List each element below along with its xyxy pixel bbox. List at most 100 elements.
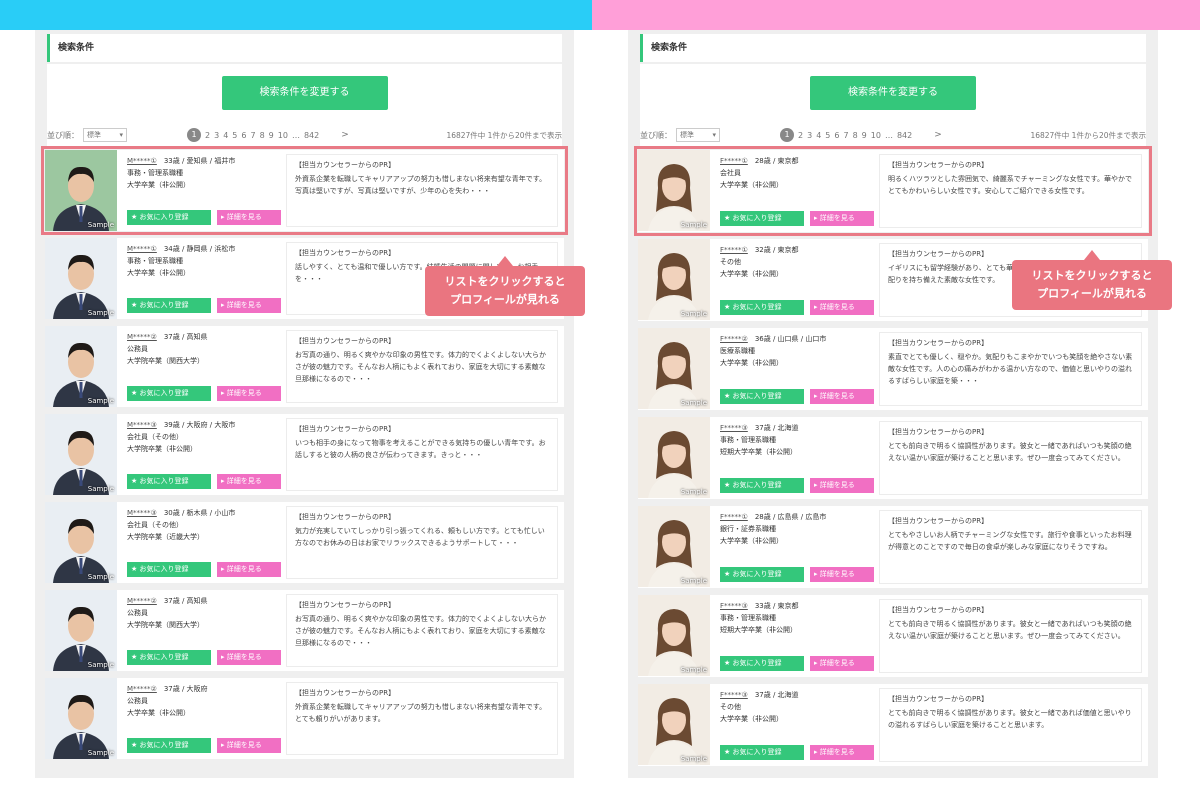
next-page-link[interactable]: > — [934, 130, 942, 140]
page-link[interactable]: 7 — [250, 131, 255, 140]
detail-button[interactable]: ▸ 詳細を見る — [810, 745, 874, 760]
profile-photo[interactable]: Sample — [45, 326, 117, 407]
page-link[interactable]: 842 — [897, 131, 912, 140]
favorite-button[interactable]: ★ お気に入り登録 — [127, 562, 211, 577]
favorite-button[interactable]: ★ お気に入り登録 — [720, 300, 804, 315]
page-link[interactable]: 3 — [807, 131, 812, 140]
page-link[interactable]: 4 — [223, 131, 228, 140]
profile-photo[interactable]: Sample — [638, 150, 710, 231]
profile-list-item[interactable]: Sample F*****③ 33歳 / 東京都 事務・管理系職種 短期大学卒業（非公… — [638, 595, 1148, 677]
profile-list-item[interactable]: Sample F*****① 28歳 / 広島県 / 広島市 銀行・証券系職種 大学卒… — [638, 506, 1148, 588]
detail-button[interactable]: ▸ 詳細を見る — [217, 650, 281, 665]
favorite-button[interactable]: ★ お気に入り登録 — [127, 298, 211, 313]
favorite-button[interactable]: ★ お気に入り登録 — [127, 738, 211, 753]
page-link[interactable]: 842 — [304, 131, 319, 140]
profile-name[interactable]: F*****③ — [720, 691, 748, 699]
page-link[interactable]: 3 — [214, 131, 219, 140]
page-link[interactable]: 4 — [816, 131, 821, 140]
page-link[interactable]: 10 — [278, 131, 288, 140]
profile-name[interactable]: F*****① — [720, 246, 748, 254]
page-link[interactable]: 6 — [834, 131, 839, 140]
profile-list-item[interactable]: Sample F*****② 36歳 / 山口県 / 山口市 医療系職種 大学卒業（非… — [638, 328, 1148, 410]
profile-name[interactable]: M*****② — [127, 685, 157, 693]
favorite-button[interactable]: ★ お気に入り登録 — [720, 389, 804, 404]
favorite-button[interactable]: ★ お気に入り登録 — [720, 211, 804, 226]
profile-name[interactable]: F*****① — [720, 157, 748, 165]
sort-select[interactable]: 標準 — [676, 128, 720, 142]
profile-name[interactable]: F*****② — [720, 335, 748, 343]
star-icon: ★ — [724, 481, 733, 489]
page-link[interactable]: 2 — [205, 131, 210, 140]
page-link[interactable]: 10 — [871, 131, 881, 140]
profile-name[interactable]: M*****② — [127, 333, 157, 341]
profile-photo[interactable]: Sample — [45, 150, 117, 231]
page-link[interactable]: 8 — [853, 131, 858, 140]
page-link[interactable]: 1 — [780, 128, 794, 142]
profile-photo[interactable]: Sample — [638, 506, 710, 587]
profile-name[interactable]: F*****③ — [720, 602, 748, 610]
detail-button[interactable]: ▸ 詳細を見る — [810, 300, 874, 315]
favorite-button[interactable]: ★ お気に入り登録 — [720, 567, 804, 582]
favorite-button[interactable]: ★ お気に入り登録 — [720, 745, 804, 760]
profile-photo[interactable]: Sample — [45, 590, 117, 671]
favorite-button[interactable]: ★ お気に入り登録 — [127, 386, 211, 401]
profile-photo[interactable]: Sample — [638, 684, 710, 765]
profile-list-item[interactable]: Sample M*****② 37歳 / 高知県 公務員 大学院卒業（関西大学） ★ お… — [45, 590, 564, 671]
profile-name[interactable]: F*****① — [720, 513, 748, 521]
profile-list-item[interactable]: Sample M*****③ 30歳 / 栃木県 / 小山市 会社員（その他） 大学院… — [45, 502, 564, 583]
profile-name[interactable]: M*****① — [127, 157, 157, 165]
profile-name[interactable]: F*****③ — [720, 424, 748, 432]
profile-list-item[interactable]: Sample F*****③ 37歳 / 北海道 事務・管理系職種 短期大学卒業（非公… — [638, 417, 1148, 499]
page-link[interactable]: 1 — [187, 128, 201, 142]
detail-button[interactable]: ▸ 詳細を見る — [217, 562, 281, 577]
profile-name[interactable]: M*****③ — [127, 509, 157, 517]
sample-watermark: Sample — [680, 577, 707, 585]
page-link[interactable]: 5 — [232, 131, 237, 140]
detail-button[interactable]: ▸ 詳細を見る — [810, 656, 874, 671]
profile-photo[interactable]: Sample — [638, 239, 710, 320]
profile-photo[interactable]: Sample — [45, 414, 117, 495]
pr-text: とても前向きで明るく協調性があります。彼女と一緒であればいつも笑顔の絶えない温か… — [888, 442, 1132, 462]
detail-button[interactable]: ▸ 詳細を見る — [217, 386, 281, 401]
profile-actions: ★ お気に入り登録 ▸ 詳細を見る — [127, 298, 281, 313]
page-link[interactable]: 2 — [798, 131, 803, 140]
next-page-link[interactable]: > — [341, 130, 349, 140]
detail-button[interactable]: ▸ 詳細を見る — [217, 474, 281, 489]
profile-name[interactable]: M*****③ — [127, 421, 157, 429]
detail-button[interactable]: ▸ 詳細を見る — [810, 567, 874, 582]
page-link[interactable]: 5 — [825, 131, 830, 140]
profile-list-item[interactable]: Sample M*****② 37歳 / 大阪府 公務員 大学卒業（非公開） ★ お気に… — [45, 678, 564, 759]
detail-button[interactable]: ▸ 詳細を見る — [217, 298, 281, 313]
detail-button[interactable]: ▸ 詳細を見る — [810, 389, 874, 404]
profile-list-item[interactable]: Sample F*****① 28歳 / 東京都 会社員 大学卒業（非公開） ★ お気に… — [634, 146, 1152, 236]
profile-name[interactable]: M*****① — [127, 245, 157, 253]
favorite-button[interactable]: ★ お気に入り登録 — [720, 478, 804, 493]
favorite-button[interactable]: ★ お気に入り登録 — [720, 656, 804, 671]
profile-photo[interactable]: Sample — [638, 417, 710, 498]
change-condition-button[interactable]: 検索条件を変更する — [810, 76, 976, 110]
favorite-button[interactable]: ★ お気に入り登録 — [127, 474, 211, 489]
detail-button[interactable]: ▸ 詳細を見る — [810, 478, 874, 493]
profile-photo[interactable]: Sample — [638, 595, 710, 676]
page-link[interactable]: 9 — [862, 131, 867, 140]
detail-button[interactable]: ▸ 詳細を見る — [217, 738, 281, 753]
page-link[interactable]: 8 — [260, 131, 265, 140]
page-link[interactable]: 6 — [241, 131, 246, 140]
change-condition-button[interactable]: 検索条件を変更する — [221, 76, 388, 110]
profile-list-item[interactable]: Sample F*****③ 37歳 / 北海道 その他 大学卒業（非公開） ★ お気に… — [638, 684, 1148, 766]
sort-select[interactable]: 標準 — [83, 128, 127, 142]
profile-name[interactable]: M*****② — [127, 597, 157, 605]
favorite-button[interactable]: ★ お気に入り登録 — [127, 650, 211, 665]
favorite-button[interactable]: ★ お気に入り登録 — [127, 210, 211, 225]
profile-photo[interactable]: Sample — [45, 238, 117, 319]
profile-list-item[interactable]: Sample M*****② 37歳 / 高知県 公務員 大学院卒業（関西大学） ★ お… — [45, 326, 564, 407]
page-link[interactable]: 7 — [843, 131, 848, 140]
profile-list-item[interactable]: Sample M*****③ 39歳 / 大阪府 / 大阪市 会社員（その他） 大学院… — [45, 414, 564, 495]
profile-photo[interactable]: Sample — [45, 678, 117, 759]
detail-button[interactable]: ▸ 詳細を見る — [810, 211, 874, 226]
profile-photo[interactable]: Sample — [638, 328, 710, 409]
page-link[interactable]: 9 — [269, 131, 274, 140]
detail-button[interactable]: ▸ 詳細を見る — [217, 210, 281, 225]
profile-list-item[interactable]: Sample M*****① 33歳 / 愛知県 / 福井市 事務・管理系職種 大学卒… — [41, 146, 568, 235]
profile-photo[interactable]: Sample — [45, 502, 117, 583]
